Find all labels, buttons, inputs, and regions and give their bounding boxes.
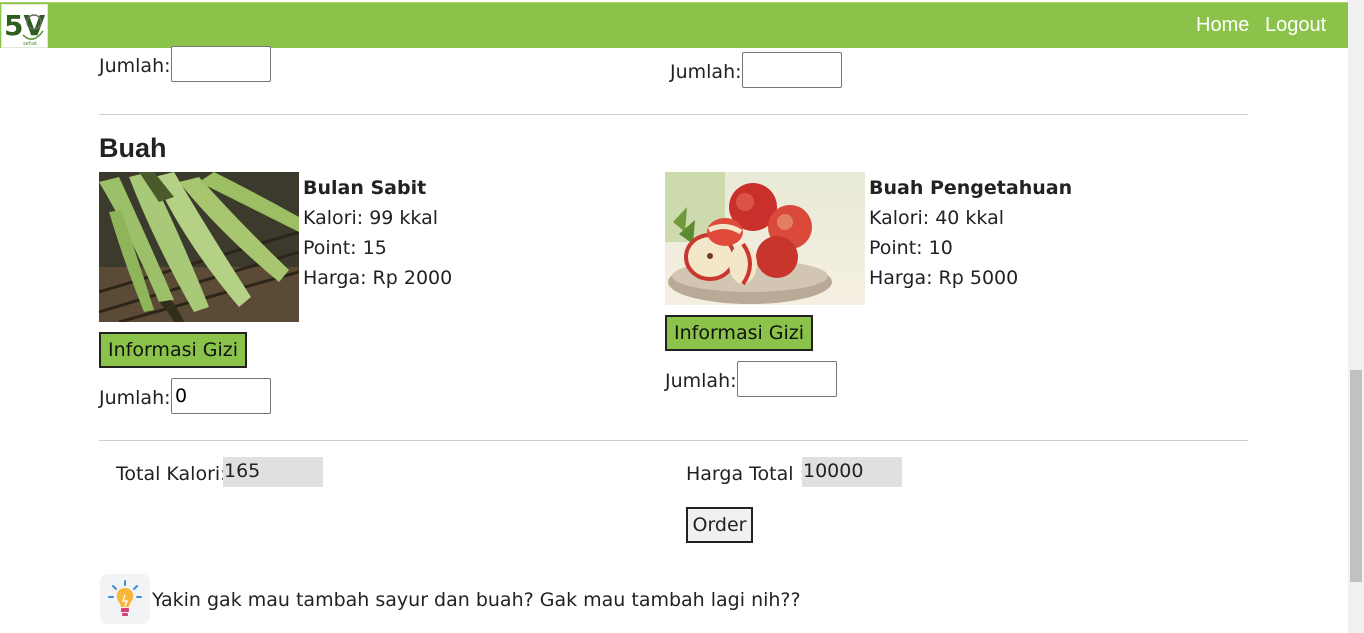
- logo-icon: 5V sehat: [4, 9, 45, 47]
- scrollbar-thumb[interactable]: [1350, 370, 1362, 582]
- apple-image: [665, 172, 865, 305]
- informasi-gizi-button-1[interactable]: Informasi Gizi: [99, 332, 248, 368]
- total-kalori-label: Total Kalori:: [116, 463, 227, 485]
- section-title: Buah: [99, 133, 167, 163]
- product-point-2: Point: 10: [869, 237, 953, 259]
- harga-total-label: Harga Total :: [686, 463, 806, 485]
- qty-label-prev-right: Jumlah:: [670, 61, 742, 83]
- qty-label-prev-left: Jumlah:: [99, 55, 171, 77]
- divider-top: [99, 114, 1248, 115]
- harga-total-value: 10000: [802, 457, 902, 487]
- product-name-2: Buah Pengetahuan: [869, 177, 1073, 199]
- navbar: 5V sehat Home Logout: [0, 2, 1348, 48]
- total-kalori-value: 165: [223, 457, 323, 487]
- banana-image: [99, 172, 299, 322]
- page-scrollbar[interactable]: [1348, 0, 1364, 633]
- product-kalori-1: Kalori: 99 kkal: [303, 207, 439, 229]
- informasi-gizi-button-2[interactable]: Informasi Gizi: [665, 315, 814, 351]
- qty-input-2[interactable]: [737, 361, 837, 397]
- divider-bottom: [99, 440, 1248, 441]
- product-point-1: Point: 15: [303, 237, 387, 259]
- svg-text:sehat: sehat: [23, 41, 37, 47]
- qty-input-prev-right[interactable]: [742, 52, 842, 88]
- qty-input-prev-left[interactable]: [171, 46, 271, 82]
- brand-logo[interactable]: 5V sehat: [1, 4, 48, 48]
- lightbulb-icon: [100, 574, 150, 624]
- product-harga-1: Harga: Rp 2000: [303, 267, 453, 289]
- product-name-1: Bulan Sabit: [303, 177, 427, 199]
- order-button[interactable]: Order: [686, 507, 753, 543]
- nav-home-link[interactable]: Home: [1196, 14, 1249, 37]
- qty-input-1[interactable]: [171, 378, 271, 414]
- product-kalori-2: Kalori: 40 kkal: [869, 207, 1005, 229]
- nav-logout-link[interactable]: Logout: [1265, 14, 1326, 37]
- tip-text: Yakin gak mau tambah sayur dan buah? Gak…: [152, 589, 801, 611]
- qty-label-1: Jumlah:: [99, 387, 171, 409]
- product-harga-2: Harga: Rp 5000: [869, 267, 1019, 289]
- qty-label-2: Jumlah:: [665, 370, 737, 392]
